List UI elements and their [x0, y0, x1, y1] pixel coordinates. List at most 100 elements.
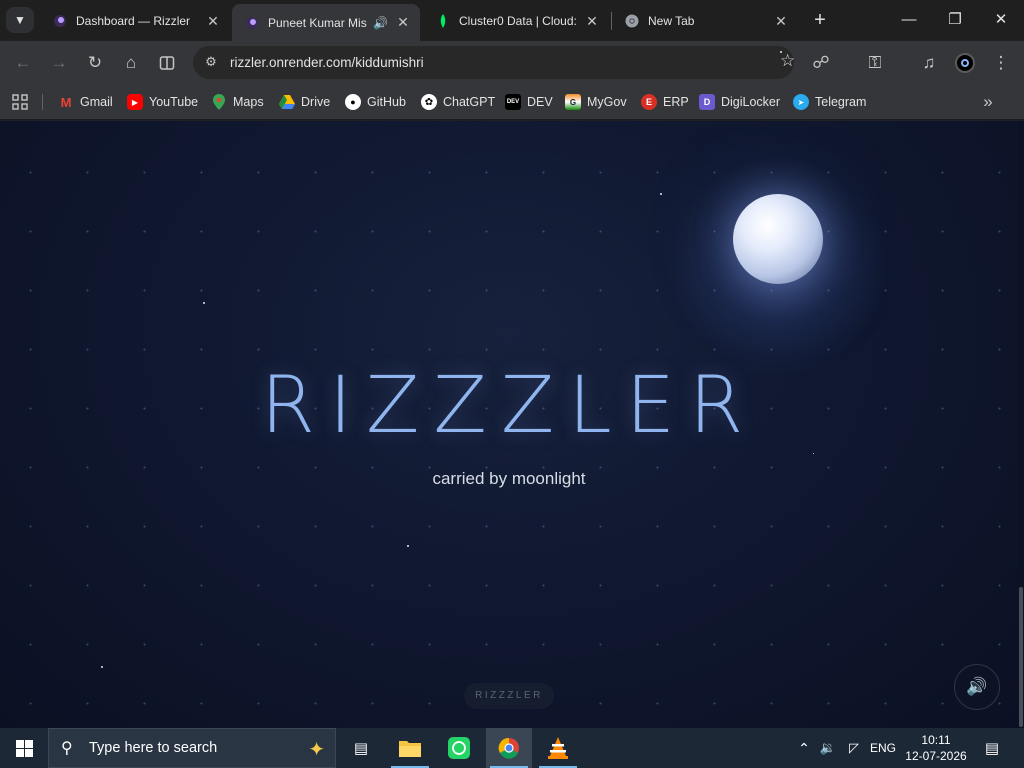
footer-brand-pill: RIZZZLER: [464, 683, 554, 709]
taskbar-search-box[interactable]: ⚲ Type here to search ✦: [48, 728, 336, 768]
show-hidden-icons[interactable]: ⌃: [793, 728, 815, 768]
sparkle-icon: ✦: [308, 739, 325, 761]
forward-icon[interactable]: →: [47, 51, 71, 75]
bookmark-label: ERP: [663, 95, 689, 109]
hero-title: RIZZZLER: [260, 361, 758, 451]
bookmark-mygov[interactable]: G MyGov: [565, 92, 627, 112]
site-info-icon[interactable]: ⚙: [201, 52, 221, 72]
media-control-icon[interactable]: ♫: [917, 51, 941, 75]
reload-icon[interactable]: ↻: [83, 51, 107, 75]
bookmark-telegram[interactable]: ➤ Telegram: [793, 92, 866, 112]
bookmark-label: Drive: [301, 95, 331, 109]
bookmark-gmail[interactable]: M Gmail: [58, 92, 113, 112]
maps-pin-icon: [211, 94, 227, 110]
close-tab-icon[interactable]: ✕: [772, 13, 790, 30]
back-icon[interactable]: ←: [11, 51, 35, 75]
bookmark-label: Telegram: [815, 95, 867, 109]
chevron-down-icon: ▼: [14, 13, 26, 27]
file-explorer-button[interactable]: [387, 728, 433, 768]
speaker-audio-icon[interactable]: 🔊: [373, 16, 388, 30]
vlc-cone-icon: [548, 737, 568, 759]
clock[interactable]: 10:11 12-07-2026: [904, 732, 968, 764]
erp-icon: E: [641, 94, 657, 110]
star-dot: [407, 545, 409, 547]
scrollbar-thumb[interactable]: [1019, 587, 1023, 727]
sound-toggle-button[interactable]: 🔊: [954, 664, 1000, 710]
chatgpt-icon: ✿: [421, 94, 437, 110]
clock-date: 12-07-2026: [905, 749, 967, 763]
bookmark-label: MyGov: [587, 95, 627, 109]
page-viewport: RIZZZLER carried by moonlight RIZZZLER 🔊: [0, 121, 1018, 728]
bookmark-star-icon[interactable]: ☆: [780, 51, 795, 70]
close-tab-icon[interactable]: ✕: [204, 13, 222, 30]
bookmark-digilocker[interactable]: D DigiLocker: [699, 92, 780, 112]
tab-strip: ▼ Dashboard — Rizzler ✕ Puneet Kumar Mis…: [0, 0, 1024, 41]
page-scrollbar[interactable]: [1018, 121, 1024, 728]
volume-icon[interactable]: 🔉: [816, 728, 840, 768]
whatsapp-button[interactable]: [436, 728, 482, 768]
folder-icon: [399, 741, 421, 757]
star-dot: [203, 302, 205, 304]
bookmark-youtube[interactable]: ▶ YouTube: [127, 92, 198, 112]
close-tab-icon[interactable]: ✕: [394, 14, 412, 31]
address-bar[interactable]: ⚙ rizzler.onrender.com/kiddumishri ☆: [193, 46, 795, 79]
tab-title: Cluster0 Data | Cloud:: [459, 14, 577, 28]
bookmark-erp[interactable]: E ERP: [641, 92, 689, 112]
tab-title: Dashboard — Rizzler: [76, 14, 191, 28]
network-icon[interactable]: ◸: [842, 728, 866, 768]
start-button[interactable]: [0, 728, 48, 768]
vlc-button[interactable]: [535, 728, 581, 768]
tab-cluster0-data[interactable]: Cluster0 Data | Cloud: ✕: [423, 5, 609, 37]
tab-puneet-kumar[interactable]: Puneet Kumar Mis 🔊 ✕: [232, 4, 420, 41]
telegram-icon: ➤: [793, 94, 809, 110]
bookmark-label: GitHub: [367, 95, 406, 109]
tab-dashboard-rizzler[interactable]: Dashboard — Rizzler ✕: [40, 5, 230, 37]
bookmark-label: YouTube: [149, 95, 199, 109]
bookmark-maps[interactable]: Maps: [211, 92, 264, 112]
moon: [733, 194, 823, 284]
task-view-icon: ▤: [353, 740, 369, 757]
more-menu-icon[interactable]: ⋮: [989, 51, 1013, 75]
hero-subtitle: carried by moonlight: [432, 469, 586, 488]
tab-new-tab[interactable]: New Tab ✕: [612, 5, 798, 37]
search-icon: ⚲: [61, 740, 73, 757]
bookmark-label: Maps: [233, 95, 264, 109]
youtube-icon: ▶: [127, 94, 143, 110]
bookmark-label: DEV: [527, 95, 553, 109]
tab-title: New Tab: [648, 14, 695, 28]
notifications-icon[interactable]: ▤: [978, 728, 1006, 768]
new-tab-button[interactable]: +: [808, 8, 832, 32]
address-url[interactable]: rizzler.onrender.com/kiddumishri: [230, 55, 424, 70]
star-dot: [101, 666, 103, 668]
close-tab-icon[interactable]: ✕: [583, 13, 601, 30]
rizzler-favicon-icon: [244, 15, 260, 31]
home-icon[interactable]: ⌂: [119, 51, 143, 75]
bookmark-chatgpt[interactable]: ✿ ChatGPT: [421, 92, 495, 112]
language-indicator[interactable]: ENG: [866, 728, 900, 768]
task-view-button[interactable]: ▤: [338, 728, 384, 768]
profile-avatar[interactable]: [955, 53, 975, 73]
extensions-icon[interactable]: ☍: [809, 51, 833, 75]
rizzler-favicon-icon: [52, 13, 68, 29]
side-panel-icon[interactable]: [155, 51, 179, 75]
gmail-icon: M: [60, 94, 72, 110]
clock-time: 10:11: [921, 733, 951, 747]
close-window-button[interactable]: ✕: [978, 0, 1024, 40]
browser-toolbar: ← → ↻ ⌂ ⚙ rizzler.onrender.com/kiddumish…: [0, 41, 1024, 84]
apps-grid-icon[interactable]: [8, 90, 32, 114]
bookmark-dev[interactable]: DEV DEV: [505, 92, 553, 112]
bookmark-drive[interactable]: Drive: [279, 92, 330, 112]
restore-button[interactable]: ❐: [932, 0, 978, 40]
minimize-button[interactable]: —: [886, 0, 932, 40]
bookmark-label: ChatGPT: [443, 95, 496, 109]
more-bookmarks-icon[interactable]: »: [976, 90, 1000, 114]
github-icon: ●: [345, 94, 361, 110]
tab-search-button[interactable]: ▼: [6, 7, 34, 33]
password-key-icon[interactable]: ⚿: [863, 51, 887, 75]
chrome-taskbar-button[interactable]: [486, 728, 532, 768]
bookmark-label: DigiLocker: [721, 95, 781, 109]
speaker-icon: 🔊: [966, 677, 988, 696]
star-dot: [813, 453, 814, 454]
mygov-icon: G: [565, 94, 581, 110]
bookmark-github[interactable]: ● GitHub: [345, 92, 406, 112]
